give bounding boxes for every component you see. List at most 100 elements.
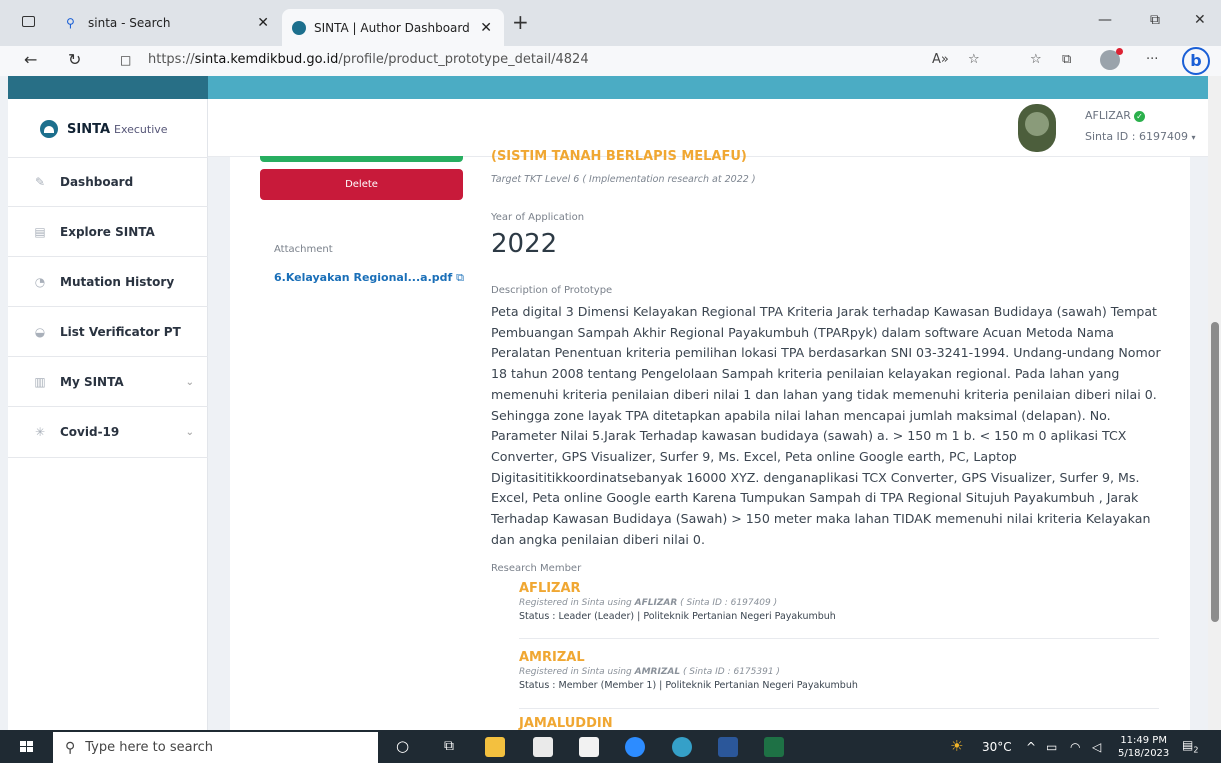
tray-chevron-icon[interactable]: ^ <box>1026 740 1036 754</box>
more-icon[interactable]: ··· <box>1146 52 1158 67</box>
mail-icon[interactable] <box>579 737 599 757</box>
sidebar-item-dashboard[interactable]: ✎ Dashboard <box>8 157 208 207</box>
logo-text: SINTA <box>67 121 110 137</box>
url-field[interactable]: https://sinta.kemdikbud.go.id/profile/pr… <box>148 52 589 67</box>
edge-icon[interactable] <box>672 737 692 757</box>
member-registration: Registered in Sinta using AMRIZAL ( Sint… <box>519 667 1159 677</box>
year-value: 2022 <box>491 229 558 259</box>
member-name[interactable]: JAMALUDDIN <box>519 716 1159 730</box>
tab-sinta-search[interactable]: ⚲ sinta - Search ✕ <box>56 9 281 37</box>
cortana-icon[interactable]: ○ <box>396 737 409 755</box>
refresh-icon[interactable]: ↻ <box>68 50 81 69</box>
read-aloud-icon[interactable]: A» <box>932 52 949 67</box>
scroll-thumb[interactable] <box>1211 322 1219 622</box>
favorite-add-icon[interactable]: ☆ <box>968 52 980 67</box>
volume-icon[interactable]: ◁ <box>1092 740 1101 754</box>
sidebar-item-my-sinta[interactable]: ▥ My SINTA ⌄ <box>8 357 208 407</box>
profile-avatar-icon[interactable] <box>1100 48 1123 70</box>
attachment-label: Attachment <box>274 244 333 255</box>
user-avatar[interactable] <box>1018 104 1056 152</box>
sidebar-item-label: Dashboard <box>60 175 134 189</box>
user-name[interactable]: AFLIZAR ✓ <box>1085 109 1145 122</box>
reg-name: AMRIZAL <box>634 667 681 677</box>
edit-button-edge[interactable] <box>260 156 463 162</box>
sinta-logo[interactable]: SINTA Executive <box>40 120 168 138</box>
close-icon[interactable]: ✕ <box>257 15 269 31</box>
tab-actions-icon[interactable] <box>22 16 35 27</box>
lock-icon[interactable]: □ <box>120 53 131 67</box>
tab-title: SINTA | Author Dashboard <box>314 20 470 35</box>
back-icon[interactable]: ← <box>24 50 37 69</box>
sinta-favicon-icon <box>292 20 306 35</box>
favorites-icon[interactable]: ☆ <box>1030 52 1042 67</box>
id-card-icon: ▥ <box>34 375 46 389</box>
search-icon: ⚲ <box>65 739 76 756</box>
clock-date: 5/18/2023 <box>1118 748 1170 759</box>
file-explorer-icon[interactable] <box>485 737 505 757</box>
prototype-title: (SISTIM TANAH BERLAPIS MELAFU) <box>491 149 747 164</box>
wifi-icon[interactable]: ◠ <box>1070 740 1080 754</box>
url-prefix: https:// <box>148 52 195 67</box>
tab-author-dashboard[interactable]: SINTA | Author Dashboard ✕ <box>282 9 504 46</box>
taskbar-search-placeholder: Type here to search <box>85 740 214 755</box>
close-icon[interactable]: ✕ <box>480 20 492 36</box>
collections-icon[interactable]: ⧉ <box>1062 52 1071 67</box>
caret-down-icon: ▾ <box>1191 133 1196 142</box>
bing-chat-icon[interactable]: b <box>1182 47 1210 75</box>
new-tab-icon[interactable]: + <box>512 10 529 34</box>
sidebar-item-verificator[interactable]: ◒ List Verificator PT <box>8 307 208 357</box>
sidebar-item-explore[interactable]: ▤ Explore SINTA <box>8 207 208 257</box>
virus-icon: ✳ <box>34 425 46 439</box>
member-name[interactable]: AFLIZAR <box>519 581 1159 596</box>
external-link-icon: ⧉ <box>456 271 465 284</box>
notification-count: 2 <box>1193 745 1199 755</box>
weather-temp[interactable]: 30°C <box>982 740 1012 754</box>
member-divider <box>519 638 1159 639</box>
zoom-icon[interactable] <box>625 737 645 757</box>
attachment-filename: 6.Kelayakan Regional...a.pdf <box>274 271 453 284</box>
sinta-logo-icon <box>40 120 58 138</box>
user-icon: ◒ <box>34 325 46 339</box>
sidebar-item-label: Covid-19 <box>60 425 120 439</box>
member-name[interactable]: AMRIZAL <box>519 650 1159 665</box>
document-icon: ▤ <box>34 225 46 239</box>
word-icon[interactable] <box>718 737 738 757</box>
taskbar-search[interactable]: ⚲ Type here to search <box>53 732 378 763</box>
research-member-label: Research Member <box>491 563 582 574</box>
store-icon[interactable] <box>533 737 553 757</box>
sidebar-item-mutation-history[interactable]: ◔ Mutation History <box>8 257 208 307</box>
member-card: JAMALUDDIN <box>519 716 1159 730</box>
verified-check-icon: ✓ <box>1133 111 1145 122</box>
user-sinta-id[interactable]: Sinta ID : 6197409 ▾ <box>1085 130 1195 143</box>
task-view-icon[interactable]: ⧉ <box>444 738 454 754</box>
sidebar-item-label: My SINTA <box>60 375 124 389</box>
member-registration: Registered in Sinta using AFLIZAR ( Sint… <box>519 598 1159 608</box>
delete-button[interactable]: Delete <box>260 169 463 200</box>
sidebar-item-label: Explore SINTA <box>60 225 155 239</box>
member-card: AFLIZAR Registered in Sinta using AFLIZA… <box>519 581 1159 622</box>
member-card: AMRIZAL Registered in Sinta using AMRIZA… <box>519 650 1159 691</box>
url-path: /profile/product_prototype_detail/4824 <box>338 52 589 67</box>
window-close-icon[interactable]: ✕ <box>1194 12 1206 28</box>
attachment-link[interactable]: 6.Kelayakan Regional...a.pdf ⧉ <box>274 271 464 285</box>
sidebar-item-label: List Verificator PT <box>60 325 181 339</box>
reg-suffix: ( Sinta ID : 6197409 ) <box>677 598 778 608</box>
sidebar-item-covid[interactable]: ✳ Covid-19 ⌄ <box>8 407 208 457</box>
minimize-icon[interactable]: — <box>1098 12 1112 28</box>
user-sinta-id-text: Sinta ID : 6197409 <box>1085 130 1188 143</box>
excel-icon[interactable] <box>764 737 784 757</box>
user-name-text: AFLIZAR <box>1085 109 1131 122</box>
weather-icon[interactable]: ☀ <box>950 737 963 755</box>
tkt-level: Target TKT Level 6 ( Implementation rese… <box>491 174 756 185</box>
member-status: Status : Member (Member 1) | Politeknik … <box>519 680 858 691</box>
url-domain: sinta.kemdikbud.go.id <box>194 52 339 67</box>
clock[interactable]: 11:49 PM 5/18/2023 <box>1118 734 1169 760</box>
notification-icon[interactable]: ▤2 <box>1182 738 1198 754</box>
chevron-down-icon: ⌄ <box>185 376 194 388</box>
reg-suffix: ( Sinta ID : 6175391 ) <box>680 667 780 677</box>
restore-icon[interactable]: ⧉ <box>1150 12 1160 28</box>
year-label: Year of Application <box>491 212 585 223</box>
network-icon[interactable]: ▭ <box>1046 740 1057 754</box>
windows-start-icon[interactable] <box>20 741 34 753</box>
member-divider <box>519 708 1159 709</box>
